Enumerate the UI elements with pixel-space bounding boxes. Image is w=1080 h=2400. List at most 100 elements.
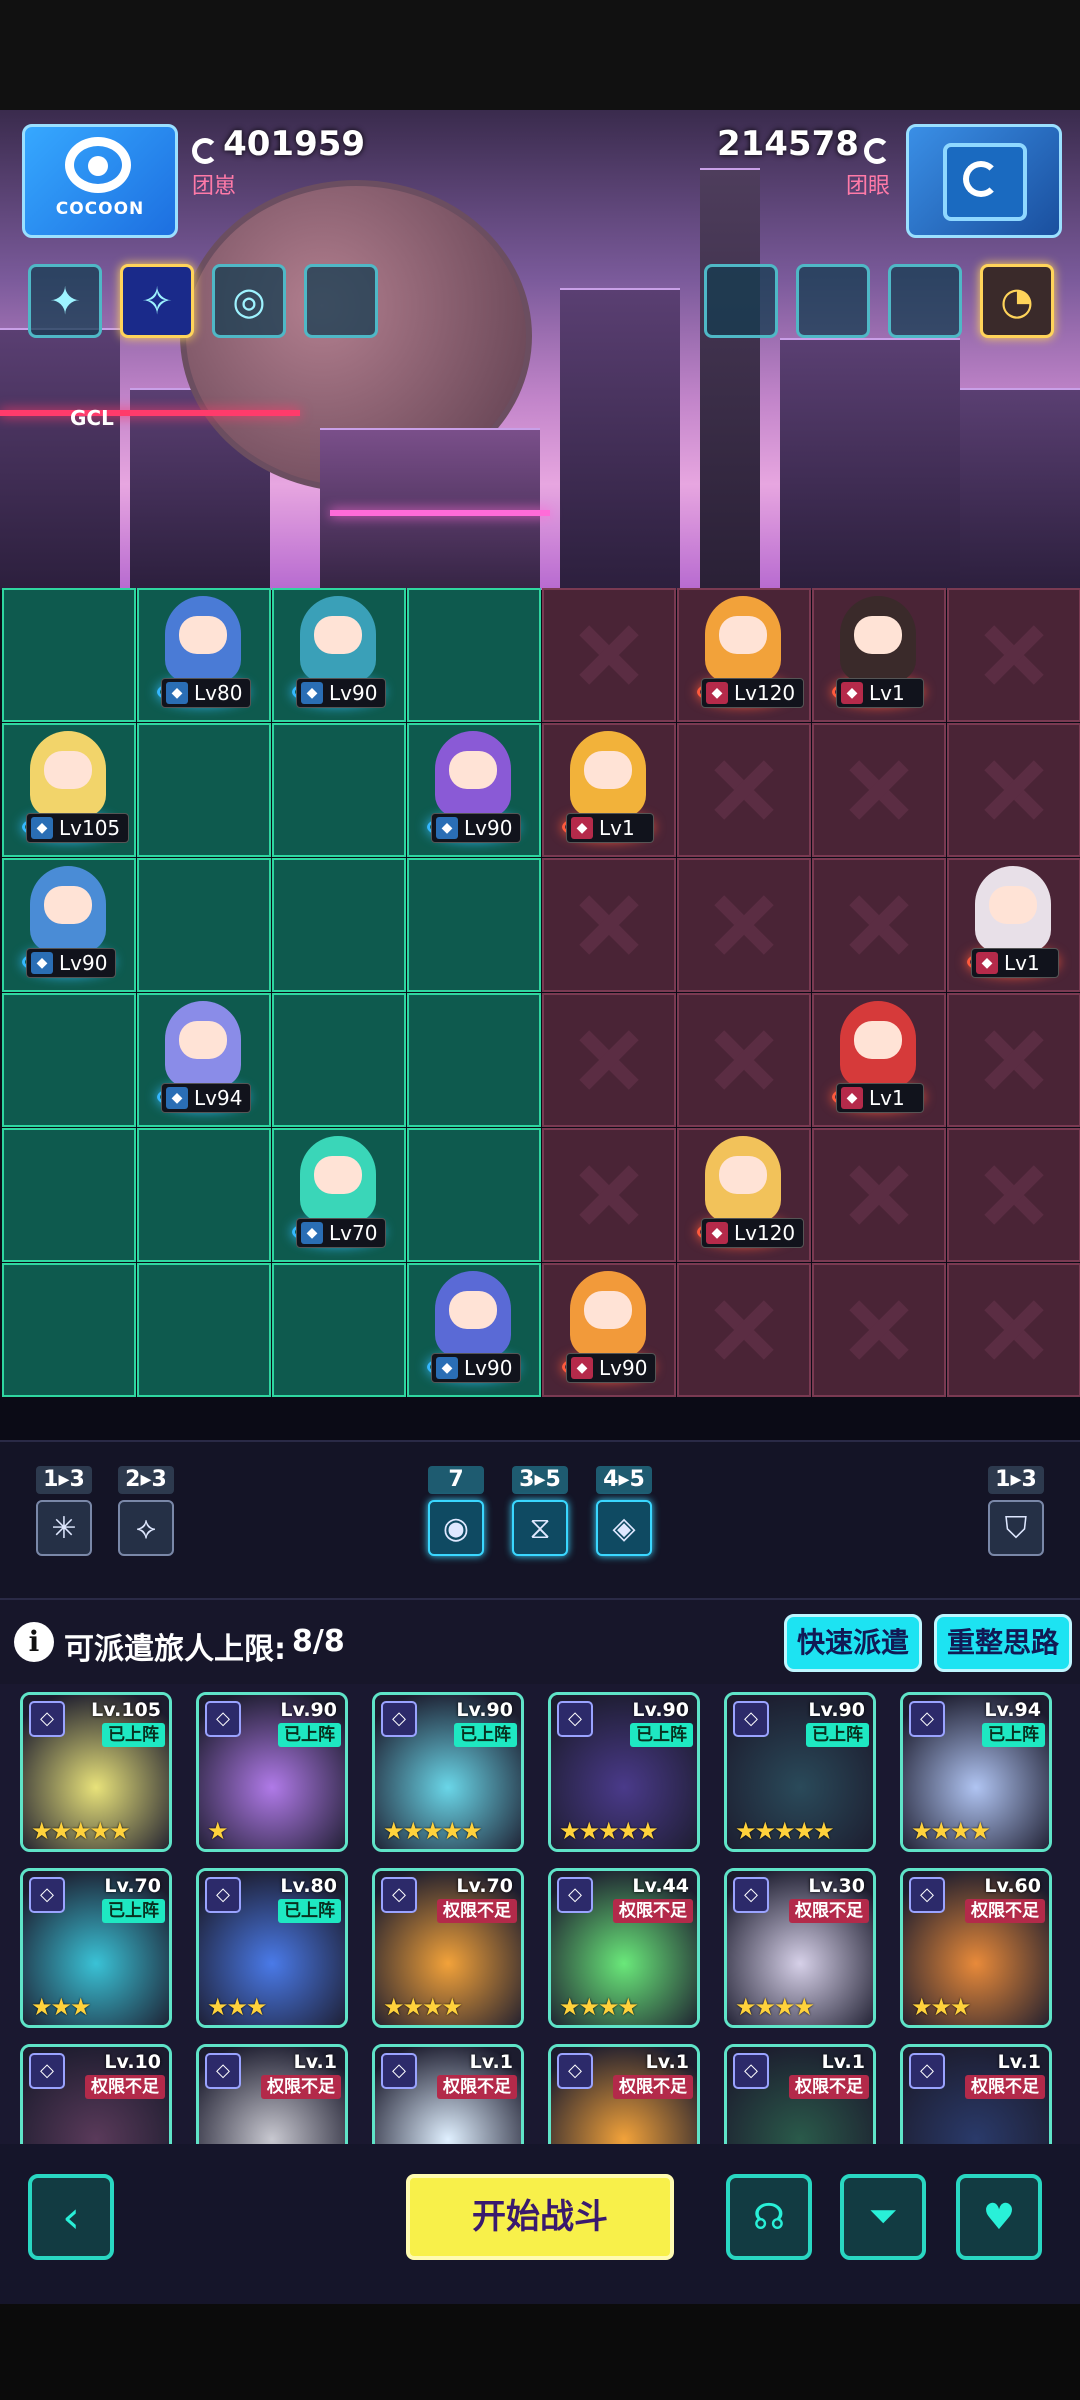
info-icon[interactable]: i — [14, 1622, 54, 1662]
enemy-tile[interactable] — [947, 1263, 1080, 1397]
unit-level-badge: ◆ Lv1 — [971, 948, 1059, 978]
enemy-tile[interactable] — [542, 588, 676, 722]
roster-card[interactable]: ◇ Lv.94 已上阵 ★★★★ — [900, 1692, 1052, 1852]
enemy-tile[interactable] — [677, 723, 811, 857]
enemy-tile[interactable] — [677, 993, 811, 1127]
faction-6[interactable]: 1▸3 ⛉ — [988, 1466, 1044, 1556]
enemy-unit[interactable]: ◆ Lv1 — [548, 725, 668, 855]
enemy-unit[interactable]: ◆ Lv1 — [818, 590, 938, 720]
ally-tile[interactable] — [272, 1263, 406, 1397]
ally-unit[interactable]: ◆ Lv94 — [143, 995, 263, 1125]
roster-card[interactable]: ◇ Lv.1 权限不足 — [724, 2044, 876, 2144]
opponent-team-logo[interactable] — [906, 124, 1062, 238]
card-status-tag: 已上阵 — [102, 1899, 165, 1923]
roster-card[interactable]: ◇ Lv.90 已上阵 ★★★★★ — [724, 1692, 876, 1852]
roster-card[interactable]: ◇ Lv.70 已上阵 ★★★ — [20, 1868, 172, 2028]
faction-3[interactable]: 7 ◉ — [428, 1466, 484, 1556]
roster-card[interactable]: ◇ Lv.1 权限不足 — [196, 2044, 348, 2144]
roster-card[interactable]: ◇ Lv.10 权限不足 — [20, 2044, 172, 2144]
enemy-unit[interactable]: ◆ Lv120 — [683, 1130, 805, 1260]
skill-slot-1[interactable]: ✦ — [28, 264, 102, 338]
class-icon: ◆ — [436, 817, 458, 839]
enemy-unit[interactable]: ◆ Lv1 — [953, 860, 1073, 990]
roster-card[interactable]: ◇ Lv.44 权限不足 ★★★★ — [548, 1868, 700, 2028]
ally-tile[interactable] — [407, 858, 541, 992]
enemy-tile[interactable] — [947, 588, 1080, 722]
ally-unit[interactable]: ◆ Lv90 — [8, 860, 128, 990]
enemy-tile[interactable] — [812, 1128, 946, 1262]
filter-button[interactable]: ⏷ — [840, 2174, 926, 2260]
ally-unit[interactable]: ◆ Lv90 — [278, 590, 398, 720]
enemy-tile[interactable] — [947, 993, 1080, 1127]
ally-tile[interactable] — [2, 993, 136, 1127]
enemy-tile[interactable] — [812, 858, 946, 992]
ally-tile[interactable] — [137, 858, 271, 992]
ally-unit[interactable]: ◆ Lv70 — [278, 1130, 398, 1260]
ally-tile[interactable] — [137, 723, 271, 857]
enemy-tile[interactable] — [677, 1263, 811, 1397]
roster-card[interactable]: ◇ Lv.90 已上阵 ★ — [196, 1692, 348, 1852]
ally-tile[interactable] — [137, 1263, 271, 1397]
card-status-tag: 权限不足 — [437, 1899, 517, 1923]
faction-5[interactable]: 4▸5 ◈ — [596, 1466, 652, 1556]
ally-tile[interactable] — [2, 1128, 136, 1262]
battle-board[interactable]: ◆ Lv80 ◆ Lv90 ◆ Lv105 ◆ Lv90 ◆ Lv90 ◆ Lv94 ◆ Lv70 ◆ Lv9… — [0, 588, 1080, 1400]
ally-unit[interactable]: ◆ Lv90 — [413, 1265, 533, 1395]
enemy-tile[interactable] — [947, 1128, 1080, 1262]
favorite-button[interactable]: ♥ — [956, 2174, 1042, 2260]
enemy-tile[interactable] — [947, 723, 1080, 857]
ally-tile[interactable] — [272, 858, 406, 992]
skill-slot-4[interactable] — [304, 264, 378, 338]
ally-tile[interactable] — [407, 588, 541, 722]
ally-unit[interactable]: ◆ Lv80 — [143, 590, 263, 720]
skill-slot-3[interactable]: ◎ — [212, 264, 286, 338]
roster-card[interactable]: ◇ Lv.1 权限不足 — [548, 2044, 700, 2144]
unit-face — [179, 616, 227, 654]
roster-card[interactable]: ◇ Lv.90 已上阵 ★★★★★ — [548, 1692, 700, 1852]
ally-tile[interactable] — [407, 993, 541, 1127]
enemy-unit[interactable]: ◆ Lv90 — [548, 1265, 668, 1395]
player-team-logo[interactable]: COCOON — [22, 124, 178, 238]
card-status-tag: 已上阵 — [454, 1723, 517, 1747]
faction-1[interactable]: 1▸3 ✳ — [36, 1466, 92, 1556]
enemy-tile[interactable] — [542, 858, 676, 992]
swirl-logo-icon — [943, 143, 1027, 221]
status-bar — [0, 0, 1080, 110]
roster-card[interactable]: ◇ Lv.1 权限不足 — [900, 2044, 1052, 2144]
enemy-tile[interactable] — [812, 1263, 946, 1397]
ally-tile[interactable] — [2, 1263, 136, 1397]
roster-card[interactable]: ◇ Lv.80 已上阵 ★★★ — [196, 1868, 348, 2028]
quick-deploy-button[interactable]: 快速派遣 — [784, 1614, 922, 1672]
roster-card[interactable]: ◇ Lv.70 权限不足 ★★★★ — [372, 1868, 524, 2028]
enemy-tile[interactable] — [542, 993, 676, 1127]
enemy-unit[interactable]: ◆ Lv120 — [683, 590, 805, 720]
enemy-tile[interactable] — [542, 1128, 676, 1262]
roster-card[interactable]: ◇ Lv.60 权限不足 ★★★ — [900, 1868, 1052, 2028]
ally-tile[interactable] — [137, 1128, 271, 1262]
back-button[interactable]: ‹ — [28, 2174, 114, 2260]
faction-4[interactable]: 3▸5 ⧖ — [512, 1466, 568, 1556]
ally-unit[interactable]: ◆ Lv90 — [413, 725, 533, 855]
ally-tile[interactable] — [407, 1128, 541, 1262]
ally-unit[interactable]: ◆ Lv105 — [8, 725, 130, 855]
faction-2[interactable]: 2▸3 ⟡ — [118, 1466, 174, 1556]
ally-tile[interactable] — [2, 588, 136, 722]
roster-card[interactable]: ◇ Lv.105 已上阵 ★★★★★ — [20, 1692, 172, 1852]
skill-slot-2[interactable]: ✧ — [120, 264, 194, 338]
enemy-unit[interactable]: ◆ Lv1 — [818, 995, 938, 1125]
enemy-tile[interactable] — [812, 723, 946, 857]
class-icon: ◇ — [381, 1701, 417, 1737]
roster-card[interactable]: ◇ Lv.30 权限不足 ★★★★ — [724, 1868, 876, 2028]
class-icon: ◇ — [557, 1701, 593, 1737]
ally-tile[interactable] — [272, 993, 406, 1127]
card-stars: ★★★★★ — [735, 1817, 835, 1845]
roster-card[interactable]: ◇ Lv.1 权限不足 — [372, 2044, 524, 2144]
ally-tile[interactable] — [272, 723, 406, 857]
start-battle-button[interactable]: 开始战斗 — [406, 2174, 674, 2260]
enemy-tile[interactable] — [677, 858, 811, 992]
reset-button[interactable]: 重整思路 — [934, 1614, 1072, 1672]
strategy-button[interactable]: ☊ — [726, 2174, 812, 2260]
unit-level: Lv1 — [869, 1086, 905, 1110]
class-icon: ◆ — [301, 1222, 323, 1244]
roster-card[interactable]: ◇ Lv.90 已上阵 ★★★★★ — [372, 1692, 524, 1852]
